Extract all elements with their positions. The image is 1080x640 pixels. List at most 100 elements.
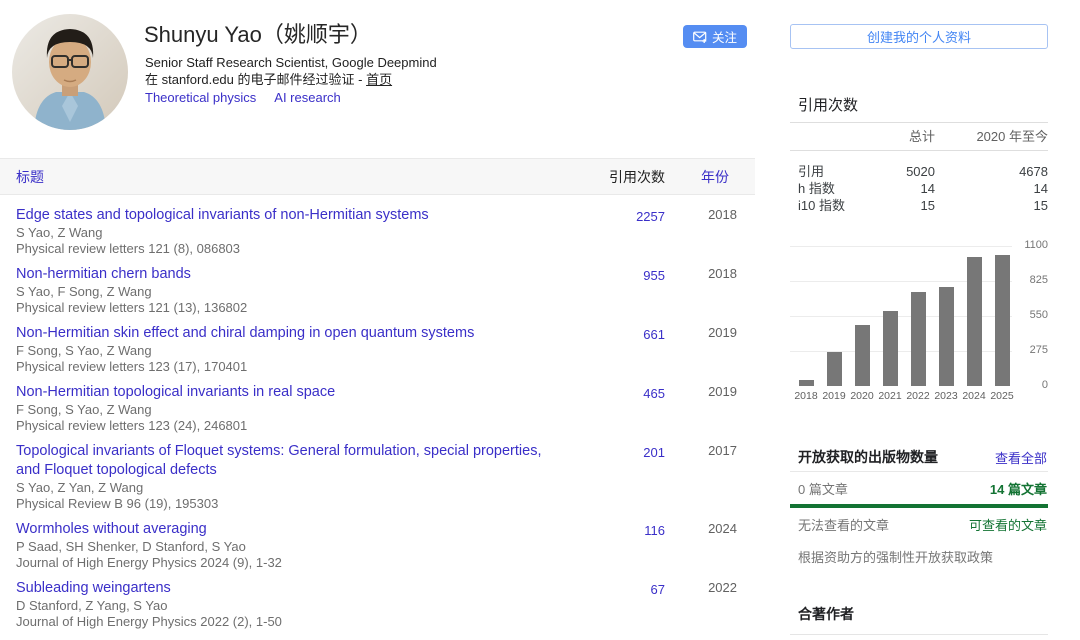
article-authors: P Saad, SH Shenker, D Stanford, S Yao <box>16 539 561 555</box>
chart-bar-2023[interactable] <box>939 287 954 386</box>
homepage-link[interactable]: 首页 <box>366 72 392 87</box>
interest-link-theoretical-physics[interactable]: Theoretical physics <box>145 89 256 106</box>
chart-ytick-label: 0 <box>1012 379 1048 391</box>
open-access-heading: 开放获取的出版物数量 <box>798 447 938 467</box>
article-row: Topological invariants of Floquet system… <box>0 438 755 516</box>
stats-row-h-index: h 指数 14 14 <box>790 180 1048 197</box>
cited-by-heading[interactable]: 引用次数 <box>798 94 858 115</box>
article-title-link[interactable]: Wormholes without averaging <box>16 520 561 539</box>
chart-xtick-label: 2022 <box>903 390 933 402</box>
open-access-section: 开放获取的出版物数量 查看全部 0 篇文章 14 篇文章 无法查看的文章 可查看… <box>790 447 1048 566</box>
article-venue: Physical Review B 96 (19), 195303 <box>16 496 561 512</box>
article-citations-link[interactable]: 955 <box>643 265 665 283</box>
article-row: Non-Hermitian topological invariants in … <box>0 379 755 438</box>
article-title-link[interactable]: Topological invariants of Floquet system… <box>16 442 561 480</box>
chart-ytick-label: 1100 <box>1012 239 1048 251</box>
stat-label: i10 指数 <box>790 197 865 214</box>
chart-xtick-label: 2020 <box>847 390 877 402</box>
citations-per-year-chart: 02755508251100 2018201920202021202220232… <box>790 246 1048 404</box>
create-profile-button[interactable]: 创建我的个人资料 <box>790 24 1048 49</box>
chart-xtick-label: 2019 <box>819 390 849 402</box>
article-title-link[interactable]: Subleading weingartens <box>16 579 561 598</box>
scholar-profile-page: Shunyu Yao（姚顺宇） Senior Staff Research Sc… <box>0 0 1080 640</box>
article-row: Edge states and topological invariants o… <box>0 202 755 261</box>
article-year: 2019 <box>708 322 737 340</box>
article-venue: Physical review letters 123 (24), 246801 <box>16 418 561 434</box>
article-citations-link[interactable]: 661 <box>643 324 665 342</box>
interest-link-ai-research[interactable]: AI research <box>274 89 340 106</box>
article-venue: Physical review letters 121 (8), 086803 <box>16 241 561 257</box>
stats-col-all: 总计 <box>865 128 935 145</box>
view-all-link[interactable]: 查看全部 <box>995 448 1047 467</box>
chart-bar-2021[interactable] <box>883 311 898 386</box>
follow-button-label: 关注 <box>712 27 737 46</box>
article-title-link[interactable]: Non-hermitian chern bands <box>16 265 561 284</box>
article-year: 2022 <box>708 577 737 595</box>
article-year: 2019 <box>708 381 737 399</box>
stat-value-since[interactable]: 15 <box>935 197 1048 214</box>
article-citations-link[interactable]: 67 <box>651 579 665 597</box>
chart-bar-2022[interactable] <box>911 292 926 386</box>
article-title-link[interactable]: Edge states and topological invariants o… <box>16 206 561 225</box>
citations-chart-plot <box>790 246 1012 386</box>
follow-button[interactable]: 关注 <box>683 25 747 48</box>
profile-name: Shunyu Yao（姚顺宇） <box>144 21 372 49</box>
article-citations-link[interactable]: 2257 <box>636 206 665 224</box>
article-row: Subleading weingartens D Stanford, Z Yan… <box>0 575 755 634</box>
chart-xtick-label: 2024 <box>959 390 989 402</box>
article-citations-link[interactable]: 465 <box>643 383 665 401</box>
coauthors-divider <box>790 634 1048 635</box>
citation-stats-table: 总计 2020 年至今 引用 5020 4678 h 指数 14 14 i10 … <box>790 122 1048 214</box>
stat-value-since[interactable]: 14 <box>935 180 1048 197</box>
chart-xtick-label: 2018 <box>791 390 821 402</box>
email-verified-text: 在 stanford.edu 的电子邮件经过验证 - <box>145 72 366 87</box>
stat-value-since[interactable]: 4678 <box>935 163 1048 180</box>
article-citations-link[interactable]: 201 <box>643 442 665 460</box>
articles-table: 标题 引用次数 年份 Edge states and topological i… <box>0 158 755 634</box>
follow-email-icon <box>693 31 707 43</box>
available-label-link[interactable]: 可查看的文章 <box>969 515 1047 534</box>
article-row: Non-hermitian chern bands S Yao, F Song,… <box>0 261 755 320</box>
article-authors: S Yao, Z Yan, Z Wang <box>16 480 561 496</box>
article-venue: Physical review letters 123 (17), 170401 <box>16 359 561 375</box>
article-citations-link[interactable]: 116 <box>644 520 665 538</box>
article-title-link[interactable]: Non-Hermitian skin effect and chiral dam… <box>16 324 561 343</box>
stats-row-i10-index: i10 指数 15 15 <box>790 197 1048 214</box>
article-authors: D Stanford, Z Yang, S Yao <box>16 598 561 614</box>
email-verified-line: 在 stanford.edu 的电子邮件经过验证 - 首页 <box>145 71 392 88</box>
sort-by-title-header[interactable]: 标题 <box>16 169 44 185</box>
stat-label: h 指数 <box>790 180 865 197</box>
stat-value-all[interactable]: 15 <box>865 197 935 214</box>
chart-bar-2019[interactable] <box>827 352 842 386</box>
article-authors: S Yao, F Song, Z Wang <box>16 284 561 300</box>
chart-bar-2025[interactable] <box>995 255 1010 386</box>
stat-value-all[interactable]: 5020 <box>865 163 935 180</box>
sort-by-citations-header[interactable]: 引用次数 <box>609 169 665 185</box>
stats-col-since-2020: 2020 年至今 <box>935 128 1048 145</box>
chart-bar-2024[interactable] <box>967 257 982 386</box>
article-authors: F Song, S Yao, Z Wang <box>16 343 561 359</box>
article-authors: S Yao, Z Wang <box>16 225 561 241</box>
article-title-link[interactable]: Non-Hermitian topological invariants in … <box>16 383 561 402</box>
article-authors: F Song, S Yao, Z Wang <box>16 402 561 418</box>
open-access-policy-note: 根据资助方的强制性开放获取政策 <box>790 534 1048 566</box>
profile-photo <box>12 14 128 130</box>
article-year: 2018 <box>708 263 737 281</box>
stats-row-citations: 引用 5020 4678 <box>790 163 1048 180</box>
sidebar: 创建我的个人资料 引用次数 总计 2020 年至今 引用 5020 4678 h… <box>790 0 1048 640</box>
article-venue: Physical review letters 121 (13), 136802 <box>16 300 561 316</box>
sort-by-year-header[interactable]: 年份 <box>701 169 729 185</box>
chart-xtick-label: 2021 <box>875 390 905 402</box>
chart-bar-2020[interactable] <box>855 325 870 386</box>
articles-table-header: 标题 引用次数 年份 <box>0 158 755 195</box>
open-articles-count-link[interactable]: 14 篇文章 <box>990 479 1047 498</box>
coauthors-heading: 合著作者 <box>798 604 854 624</box>
chart-bar-2018[interactable] <box>799 380 814 386</box>
stat-label: 引用 <box>790 163 865 180</box>
profile-affiliation: Senior Staff Research Scientist, Google … <box>145 54 437 71</box>
chart-ytick-label: 550 <box>1012 309 1048 321</box>
article-year: 2017 <box>708 440 737 458</box>
stat-value-all[interactable]: 14 <box>865 180 935 197</box>
chart-gridline <box>790 246 1012 247</box>
not-available-label: 无法查看的文章 <box>798 515 889 534</box>
